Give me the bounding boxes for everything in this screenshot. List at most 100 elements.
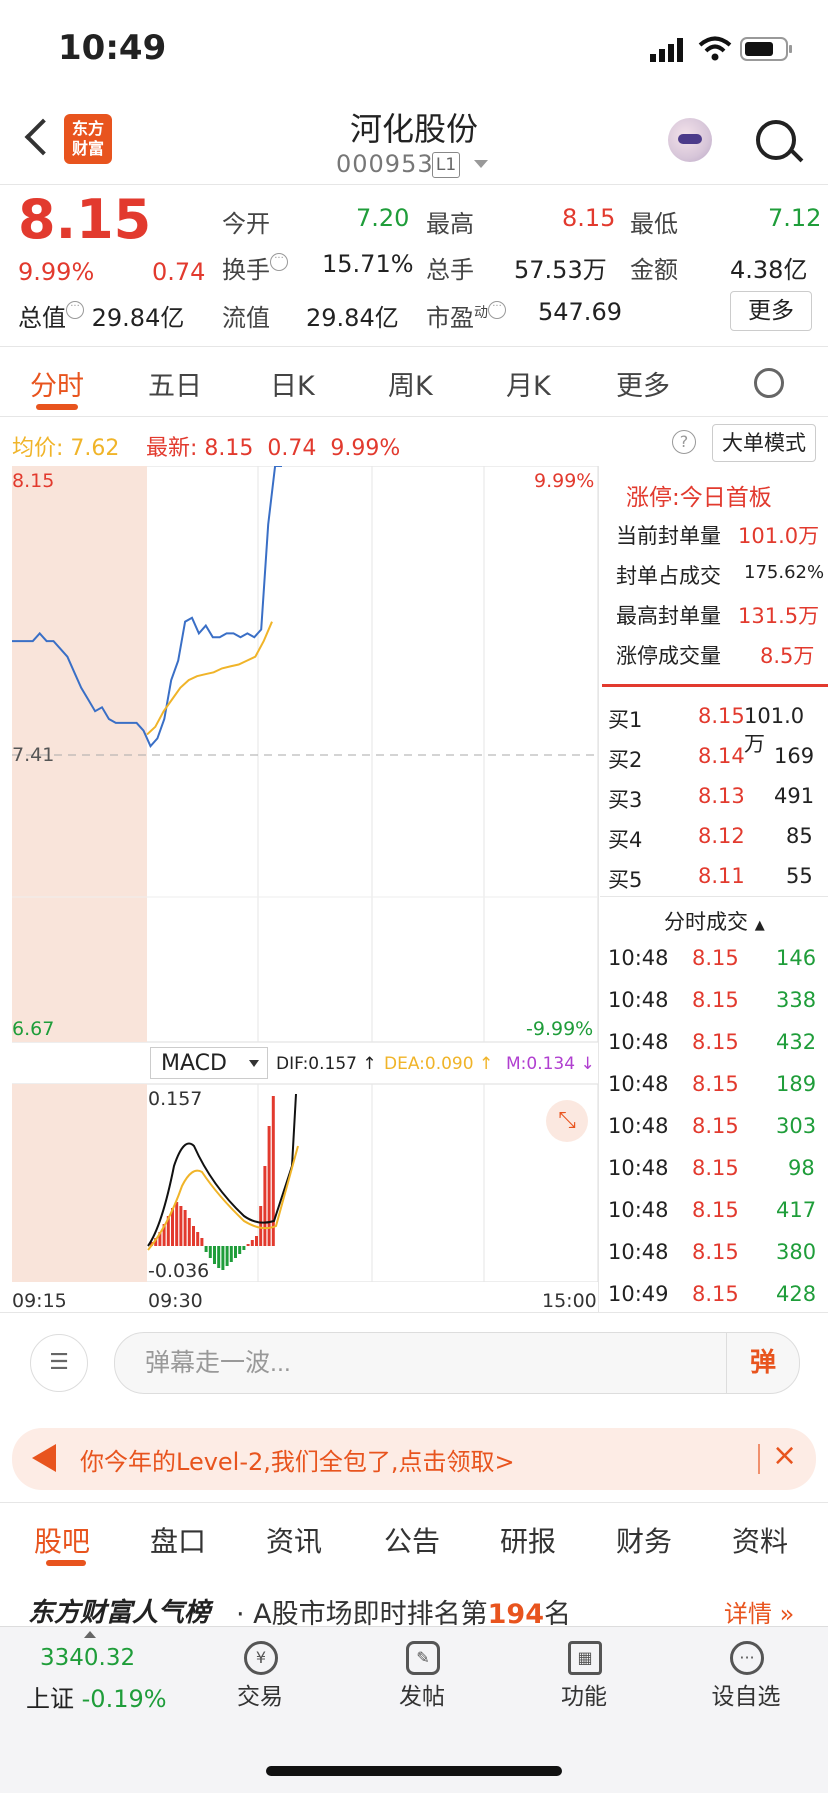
macd-bar [213, 1246, 216, 1264]
assistant-robot-icon[interactable] [668, 118, 712, 162]
price-bottom-label: 6.67 [12, 1018, 55, 1040]
more-quote-button[interactable]: 更多 [730, 291, 812, 331]
macd-bar [196, 1232, 200, 1246]
close-icon[interactable]: × [772, 1438, 797, 1473]
limit-row-label: 当前封单量 [616, 524, 721, 548]
pct-top-label: 9.99% [534, 470, 595, 492]
tab-daily-k[interactable]: 日K [270, 364, 315, 403]
macd-bar [225, 1246, 229, 1266]
nav-add-watchlist[interactable]: 设自选 [686, 1677, 806, 1711]
caret-up-icon [84, 1631, 96, 1638]
macd-bottom-label: -0.036 [148, 1260, 210, 1282]
float-label: 流值 [222, 304, 270, 332]
stock-code[interactable]: 000953 [336, 150, 434, 178]
danmu-input[interactable] [143, 1333, 727, 1393]
macd-bar [246, 1244, 250, 1246]
macd-bar [234, 1246, 237, 1258]
macd-bar [263, 1166, 267, 1246]
help-icon[interactable]: ? [672, 430, 696, 454]
turnover-label: 换手 ··· [222, 250, 288, 285]
signal-icon [650, 38, 683, 62]
tab-forum[interactable]: 股吧 [34, 1520, 90, 1560]
wifi-icon [698, 36, 732, 61]
status-bar: 10:49 [0, 0, 828, 100]
float-value: 29.84亿 [306, 304, 399, 332]
danmu-send-button[interactable]: 弹 [726, 1333, 799, 1393]
avg-price: 均价: 7.62 [12, 436, 120, 461]
promo-banner[interactable]: 你今年的Level-2,我们全包了,点击领取> × [12, 1428, 816, 1490]
danmu-list-icon[interactable]: ☰ [30, 1334, 88, 1392]
megaphone-icon [32, 1444, 56, 1472]
macd-bar [179, 1206, 183, 1246]
low-value: 7.12 [768, 204, 822, 232]
macd-bar [242, 1246, 246, 1250]
macd-bar [250, 1240, 254, 1246]
time-open: 09:30 [148, 1290, 203, 1312]
active-subtab-indicator [46, 1560, 86, 1566]
search-icon[interactable] [756, 120, 796, 160]
big-order-mode-button[interactable]: 大单模式 [712, 424, 816, 462]
macd-bar [175, 1202, 179, 1246]
tab-more[interactable]: 更多 [616, 364, 670, 403]
limit-row-label: 最高封单量 [616, 604, 721, 628]
index-quote[interactable]: 上证 -0.19% [26, 1679, 167, 1714]
volume-label: 总手 [426, 256, 474, 284]
home-indicator [266, 1766, 562, 1776]
current-price: 8.15 [18, 188, 152, 251]
nav-trade[interactable]: 交易 [200, 1677, 320, 1711]
chevron-down-icon[interactable] [474, 160, 488, 168]
open-value: 7.20 [356, 204, 410, 232]
trade-icon[interactable]: ¥ [244, 1641, 278, 1675]
edit-icon[interactable]: ✎ [406, 1641, 440, 1675]
expand-icon[interactable]: ⤡ [546, 1100, 588, 1142]
limit-title: 涨停:今日首板 [626, 485, 772, 511]
price-mid-label: 7.41 [12, 744, 55, 766]
time-close: 15:00 [542, 1290, 597, 1312]
macd-bar [204, 1246, 208, 1252]
tab-orderbook[interactable]: 盘口 [150, 1520, 206, 1560]
macd-bar [255, 1236, 258, 1246]
tab-5day[interactable]: 五日 [148, 364, 202, 403]
macd-m: M:0.134 ↓ [506, 1054, 595, 1074]
intraday-chart [12, 466, 598, 1282]
tab-monthly-k[interactable]: 月K [506, 364, 551, 403]
active-tab-indicator [36, 404, 78, 410]
low-label: 最低 [630, 210, 678, 238]
macd-dea: DEA:0.090 ↑ [384, 1054, 494, 1074]
change-pct: 9.99% [18, 258, 95, 286]
ticks-header[interactable]: 分时成交 ▲ [664, 906, 765, 936]
tab-finance[interactable]: 财务 [616, 1520, 672, 1560]
grid-icon[interactable]: ▦ [568, 1641, 602, 1675]
more-dots-icon[interactable]: ··· [730, 1641, 764, 1675]
tab-intraday[interactable]: 分时 [30, 364, 84, 403]
limit-row-value: 101.0万 [738, 524, 820, 548]
tab-profile[interactable]: 资料 [732, 1520, 788, 1560]
macd-bar [229, 1246, 233, 1262]
info-icon: ··· [270, 253, 288, 271]
macd-bar [187, 1218, 191, 1246]
high-value: 8.15 [562, 204, 616, 232]
ranking-detail-link[interactable]: 详情 » [724, 1594, 794, 1629]
indicator-select[interactable]: MACD [150, 1047, 268, 1079]
tab-announcements[interactable]: 公告 [384, 1520, 440, 1560]
tab-weekly-k[interactable]: 周K [388, 364, 433, 403]
pct-bottom-label: -9.99% [526, 1018, 594, 1040]
pe-label: 市盈动 ··· [426, 298, 506, 333]
promo-text: 你今年的Level-2,我们全包了,点击领取> [80, 1448, 515, 1476]
tab-news[interactable]: 资讯 [266, 1520, 322, 1560]
macd-bar [208, 1246, 212, 1258]
nav-functions[interactable]: 功能 [524, 1677, 644, 1711]
time-start: 09:15 [12, 1290, 67, 1312]
gear-icon[interactable] [754, 368, 784, 398]
amount-value: 4.38亿 [730, 256, 808, 284]
macd-dif: DIF:0.157 ↑ [276, 1054, 377, 1074]
macd-bar [259, 1206, 263, 1246]
macd-bar [200, 1238, 204, 1246]
nav-post[interactable]: 发帖 [362, 1677, 482, 1711]
index-value[interactable]: 3340.32 [40, 1645, 135, 1671]
tab-research[interactable]: 研报 [500, 1520, 556, 1560]
macd-bar [238, 1246, 242, 1254]
limit-row-value: 8.5万 [760, 644, 815, 668]
info-icon: ··· [488, 301, 506, 319]
limit-row-label: 封单占成交 [616, 564, 721, 588]
